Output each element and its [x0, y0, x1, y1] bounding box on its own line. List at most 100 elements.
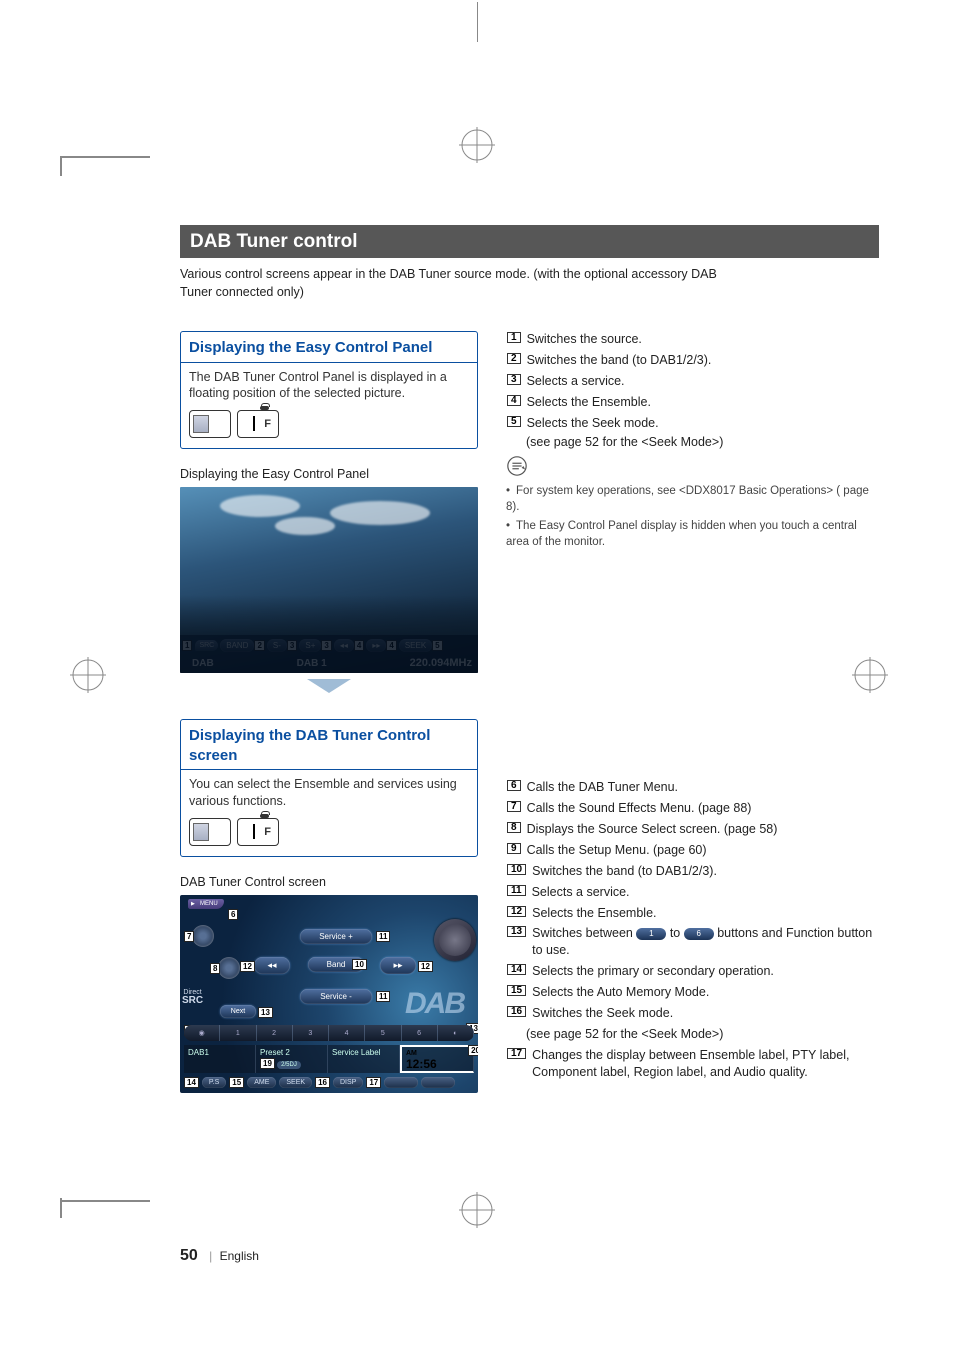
callout-text: Switches the source. [527, 331, 879, 348]
callout-num: 9 [507, 843, 521, 854]
page-footer: 50 | English [180, 1247, 259, 1265]
callout-num: 10 [507, 864, 526, 875]
section-body-text: The DAB Tuner Control Panel is displayed… [189, 369, 469, 403]
ps-button[interactable]: P.S [202, 1077, 226, 1088]
callout-num: 12 [507, 906, 526, 917]
clock: 20 AM 12:56 [400, 1045, 474, 1073]
callout-text: Changes the display between Ensemble lab… [532, 1047, 879, 1081]
page-title: DAB Tuner control [180, 225, 879, 258]
callout-num: 5 [507, 416, 521, 427]
callout-tag: 10 [352, 959, 367, 970]
crop-mark-right [852, 657, 888, 693]
section-easy-control: Displaying the Easy Control Panel The DA… [180, 331, 478, 449]
preset-strip[interactable]: ◉123456◐ [184, 1025, 474, 1041]
seek-button[interactable]: SEEK [279, 1077, 312, 1088]
section-dab-control: Displaying the DAB Tuner Control screen … [180, 719, 478, 857]
section-title: Displaying the DAB Tuner Control screen [181, 720, 477, 770]
callout-num: 7 [507, 801, 521, 812]
sub-pill: 2/5DJ [277, 1061, 301, 1069]
callout-num: 14 [507, 964, 526, 975]
callout-num: 11 [507, 885, 526, 896]
callout-text: Switches between 1 to 6 buttons and Func… [532, 925, 879, 959]
figure-caption: DAB Tuner Control screen [180, 875, 478, 889]
section-title: Displaying the Easy Control Panel [181, 332, 477, 363]
prev-ensemble-button[interactable]: ◂◂ [254, 957, 290, 974]
sound-effect-button[interactable] [192, 925, 214, 947]
note-item: The Easy Control Panel display is hidden… [506, 519, 879, 550]
callout-tag: 11 [376, 931, 390, 942]
intro-text: Various control screens appear in the DA… [180, 266, 740, 301]
status-service-label: Service Label [328, 1045, 400, 1073]
callout-tag: 12 [418, 961, 433, 972]
callout-text: (see page 52 for the <Seek Mode>) [526, 1026, 879, 1043]
direct-src-label[interactable]: Direct SRC [182, 989, 203, 1007]
callout-num: 8 [507, 822, 521, 833]
callout-list-b: 6 Calls the DAB Tuner Menu. 7 Calls the So… [506, 779, 879, 1080]
callout-text: Selects a service. [527, 373, 879, 390]
page-lang: English [220, 1249, 259, 1263]
callout-text: Selects the Seek mode. [527, 415, 879, 432]
callout-num: 16 [507, 1006, 526, 1017]
callout-num: 17 [507, 1048, 526, 1059]
callout-num: 13 [507, 926, 526, 937]
disp-button[interactable]: DISP [333, 1077, 363, 1088]
callout-list-a: 1 Switches the source. 2 Switches the band… [506, 331, 879, 431]
status-dab1: DAB1 [184, 1045, 256, 1073]
status-preset: Preset 2 19 2/5DJ [256, 1045, 328, 1073]
callout-num: 2 [507, 353, 521, 364]
callout-text: Selects the primary or secondary operati… [532, 963, 879, 980]
callout-text: Selects the Ensemble. [532, 905, 879, 922]
blank-button[interactable] [384, 1077, 418, 1088]
callout-num: 1 [507, 332, 521, 343]
preset-chip-1: 1 [636, 928, 666, 941]
menu-button[interactable]: MENU [188, 899, 224, 909]
next-button[interactable]: Next [220, 1005, 256, 1018]
callout-tag: 8 [210, 963, 220, 974]
callout-text: Switches the Seek mode. [532, 1005, 879, 1022]
callout-num: 15 [507, 985, 526, 996]
preset-chip-6: 6 [684, 928, 714, 941]
service-plus-button[interactable]: Service + [300, 929, 372, 944]
note-item: For system key operations, see <DDX8017 … [506, 484, 879, 515]
note-icon [506, 455, 528, 477]
source-select-button[interactable] [218, 957, 240, 979]
corner-tick-bl [60, 1200, 150, 1238]
callout-tag: 15 [229, 1077, 244, 1088]
blank-button[interactable] [421, 1077, 455, 1088]
service-minus-button[interactable]: Service - [300, 989, 372, 1004]
callout-text: Displays the Source Select screen. (page… [527, 821, 879, 838]
callout-tag: 12 [240, 961, 255, 972]
callout-tag: 17 [366, 1077, 381, 1088]
callout-tag: 13 [258, 1007, 273, 1018]
thumbnail-icon [189, 410, 231, 438]
callout-text: Calls the Sound Effects Menu. (page 88) [527, 800, 879, 817]
crop-mark-bottom [459, 1192, 495, 1228]
callout-text: Selects a service. [532, 884, 879, 901]
callout-tag: 20 [468, 1045, 478, 1056]
f-button-icon [237, 410, 279, 438]
callout-text: Selects the Auto Memory Mode. [532, 984, 879, 1001]
callout-num: 3 [507, 374, 521, 385]
section-body-text: You can select the Ensemble and services… [189, 776, 469, 810]
ame-button[interactable]: AME [247, 1077, 276, 1088]
f-button-icon [237, 818, 279, 846]
function-knob[interactable] [434, 919, 476, 961]
notes-list: For system key operations, see <DDX8017 … [506, 484, 879, 550]
page-number: 50 [180, 1247, 198, 1264]
status-bar: DAB1 Preset 2 19 2/5DJ Service Label 20 … [184, 1045, 474, 1073]
callout-text: Calls the Setup Menu. (page 60) [527, 842, 879, 859]
callout-tag: 19 [260, 1058, 275, 1069]
corner-tick-tl [60, 120, 150, 158]
callout-text: Switches the band (to DAB1/2/3). [532, 863, 879, 880]
callout-text: Calls the DAB Tuner Menu. [527, 779, 879, 796]
callout-num: 4 [507, 395, 521, 406]
callout-text: Selects the Ensemble. [527, 394, 879, 411]
next-ensemble-button[interactable]: ▸▸ [380, 957, 416, 974]
crop-mark-top [459, 127, 495, 163]
callout-tag: 7 [184, 931, 194, 942]
callout-tag: 6 [228, 909, 238, 920]
dab-logo: DAB [405, 987, 464, 1021]
callout-tag: 16 [315, 1077, 330, 1088]
callout-num: 6 [507, 780, 521, 791]
callout-text: Switches the band (to DAB1/2/3). [527, 352, 879, 369]
